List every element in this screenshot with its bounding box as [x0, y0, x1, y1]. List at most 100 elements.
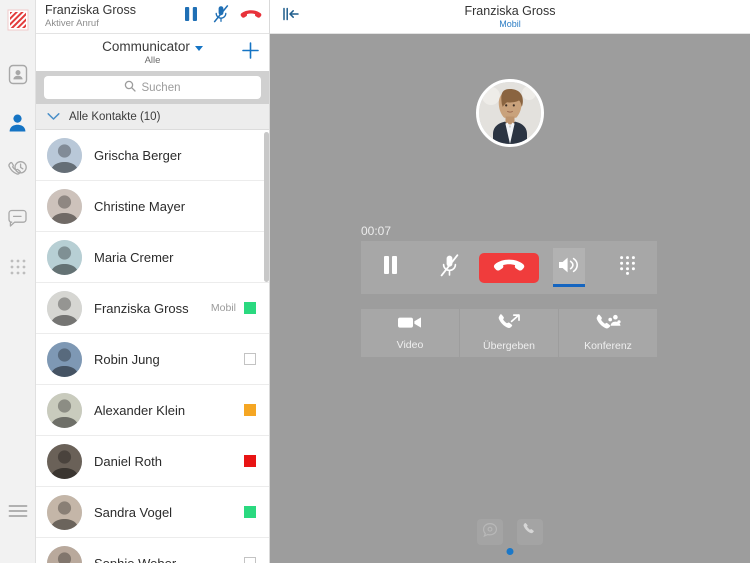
dialpad-icon: [619, 255, 636, 280]
active-call-info: Franziska Gross Aktiver Anruf: [45, 4, 181, 28]
sidebar-item-contact-card[interactable]: [0, 53, 36, 101]
caller-avatar: [476, 79, 544, 147]
call-panel-header-center: Franziska Gross Mobil: [270, 4, 750, 29]
dialpad-button[interactable]: [598, 241, 657, 294]
sidebar-item-dialpad[interactable]: [0, 245, 36, 293]
call-history-icon: [7, 160, 28, 186]
icon-rail: [0, 0, 36, 563]
contact-row[interactable]: Maria Cremer: [36, 232, 269, 283]
contact-name: Sophie Weber: [94, 555, 177, 563]
call-transfer-icon: [497, 314, 521, 336]
search-input[interactable]: Suchen: [44, 76, 261, 99]
contact-name: Franziska Gross: [94, 300, 189, 316]
hangup-pill: [479, 252, 539, 283]
active-call-actions: [181, 5, 263, 28]
search-placeholder: Suchen: [141, 81, 181, 94]
mute-button[interactable]: [420, 241, 479, 294]
contact-name: Alexander Klein: [94, 402, 186, 418]
contact-row[interactable]: Sandra Vogel: [36, 487, 269, 538]
pause-icon: [184, 6, 198, 27]
callbar-pause-button[interactable]: [181, 7, 201, 27]
conference-button[interactable]: Konferenz: [559, 309, 657, 357]
account-selector-title: Communicator: [102, 39, 190, 55]
search-bar-container: Suchen: [36, 71, 269, 104]
active-call-status: Aktiver Anruf: [45, 17, 99, 29]
footer-chat-button[interactable]: [477, 519, 503, 545]
avatar: [47, 137, 82, 173]
avatar: [47, 341, 82, 377]
active-call-bar: Franziska Gross Aktiver Anruf: [36, 0, 269, 34]
status-badge: [244, 455, 256, 467]
hangup-button[interactable]: [479, 241, 539, 294]
sidebar-item-contacts[interactable]: [0, 101, 36, 149]
conference-button-label: Konferenz: [584, 340, 632, 352]
chat-bubble-icon: [482, 522, 498, 543]
pause-button[interactable]: [361, 241, 420, 294]
account-selector-title-row: Communicator: [102, 40, 203, 55]
contact-row[interactable]: Alexander Klein: [36, 385, 269, 436]
contact-name: Robin Jung: [94, 351, 160, 367]
callbar-hangup-button[interactable]: [240, 7, 262, 27]
phone-handset-icon: [522, 522, 538, 543]
collapse-panel-button[interactable]: [282, 7, 304, 27]
hangup-icon: [493, 257, 525, 278]
contact-group-header[interactable]: Alle Kontakte (10): [36, 104, 269, 130]
footer-call-button[interactable]: [517, 519, 543, 545]
active-call-name: Franziska Gross: [45, 4, 136, 18]
contact-row[interactable]: Robin Jung: [36, 334, 269, 385]
sidebar-item-chat[interactable]: [0, 197, 36, 245]
add-contact-button[interactable]: [239, 41, 261, 64]
chevron-down-icon: [194, 46, 203, 52]
contact-row[interactable]: Christine Mayer: [36, 181, 269, 232]
sidebar-item-menu[interactable]: [0, 489, 36, 537]
call-footer-icons: [477, 519, 543, 545]
hangup-icon: [240, 8, 262, 26]
search-icon: [124, 79, 137, 97]
contact-row[interactable]: Sophie Weber: [36, 538, 269, 563]
contact-card-icon: [8, 64, 28, 90]
speaker-button-active-bg: [552, 248, 585, 287]
pause-icon: [382, 255, 399, 280]
contact-row[interactable]: Franziska Gross Mobil: [36, 283, 269, 334]
contact-name: Christine Mayer: [94, 198, 186, 214]
call-actions-row: Video Übergeben Konferenz: [361, 309, 657, 357]
speaker-active-underline: [552, 284, 585, 287]
microphone-muted-icon: [440, 253, 459, 282]
conference-call-icon: [595, 314, 621, 336]
call-controls-row: [361, 241, 657, 294]
call-panel: Franziska Gross Mobil 00:07 Video Überge…: [270, 0, 750, 563]
call-panel-header: Franziska Gross Mobil: [270, 0, 750, 34]
sidebar-item-call-history[interactable]: [0, 149, 36, 197]
transfer-button[interactable]: Übergeben: [460, 309, 558, 357]
speaker-icon: [557, 255, 580, 280]
call-timer: 00:07: [361, 224, 392, 238]
page-dot-indicator[interactable]: [506, 548, 514, 555]
avatar: [47, 290, 82, 326]
status-badge: [244, 557, 256, 563]
striped-square-logo-icon: [7, 9, 29, 31]
video-button[interactable]: Video: [361, 309, 459, 357]
microphone-muted-icon: [213, 5, 229, 28]
contacts-scrollbar[interactable]: [264, 132, 269, 282]
contacts-list[interactable]: Grischa Berger Christine Mayer Maria Creme…: [36, 130, 269, 563]
app-window: Franziska Gross Aktiver Anruf Communicat…: [0, 0, 750, 563]
transfer-button-label: Übergeben: [483, 340, 535, 352]
avatar: [47, 443, 82, 479]
account-selector[interactable]: Communicator Alle: [36, 34, 269, 71]
contact-row[interactable]: Daniel Roth: [36, 436, 269, 487]
avatar: [47, 494, 82, 530]
collapse-panel-icon: [282, 6, 302, 27]
avatar: [47, 188, 82, 224]
hamburger-menu-icon: [8, 504, 28, 523]
call-panel-body: 00:07 Video Übergeben Konferenz: [270, 34, 750, 563]
dialpad-icon: [9, 258, 27, 281]
video-button-label: Video: [396, 339, 424, 351]
contact-name: Sandra Vogel: [94, 504, 173, 520]
speaker-button[interactable]: [539, 241, 598, 294]
contact-row[interactable]: Grischa Berger: [36, 130, 269, 181]
account-selector-center: Communicator Alle: [102, 38, 203, 66]
callbar-mute-button[interactable]: [211, 5, 231, 28]
avatar: [47, 239, 82, 275]
status-badge: [244, 506, 256, 518]
status-badge: [244, 404, 256, 416]
